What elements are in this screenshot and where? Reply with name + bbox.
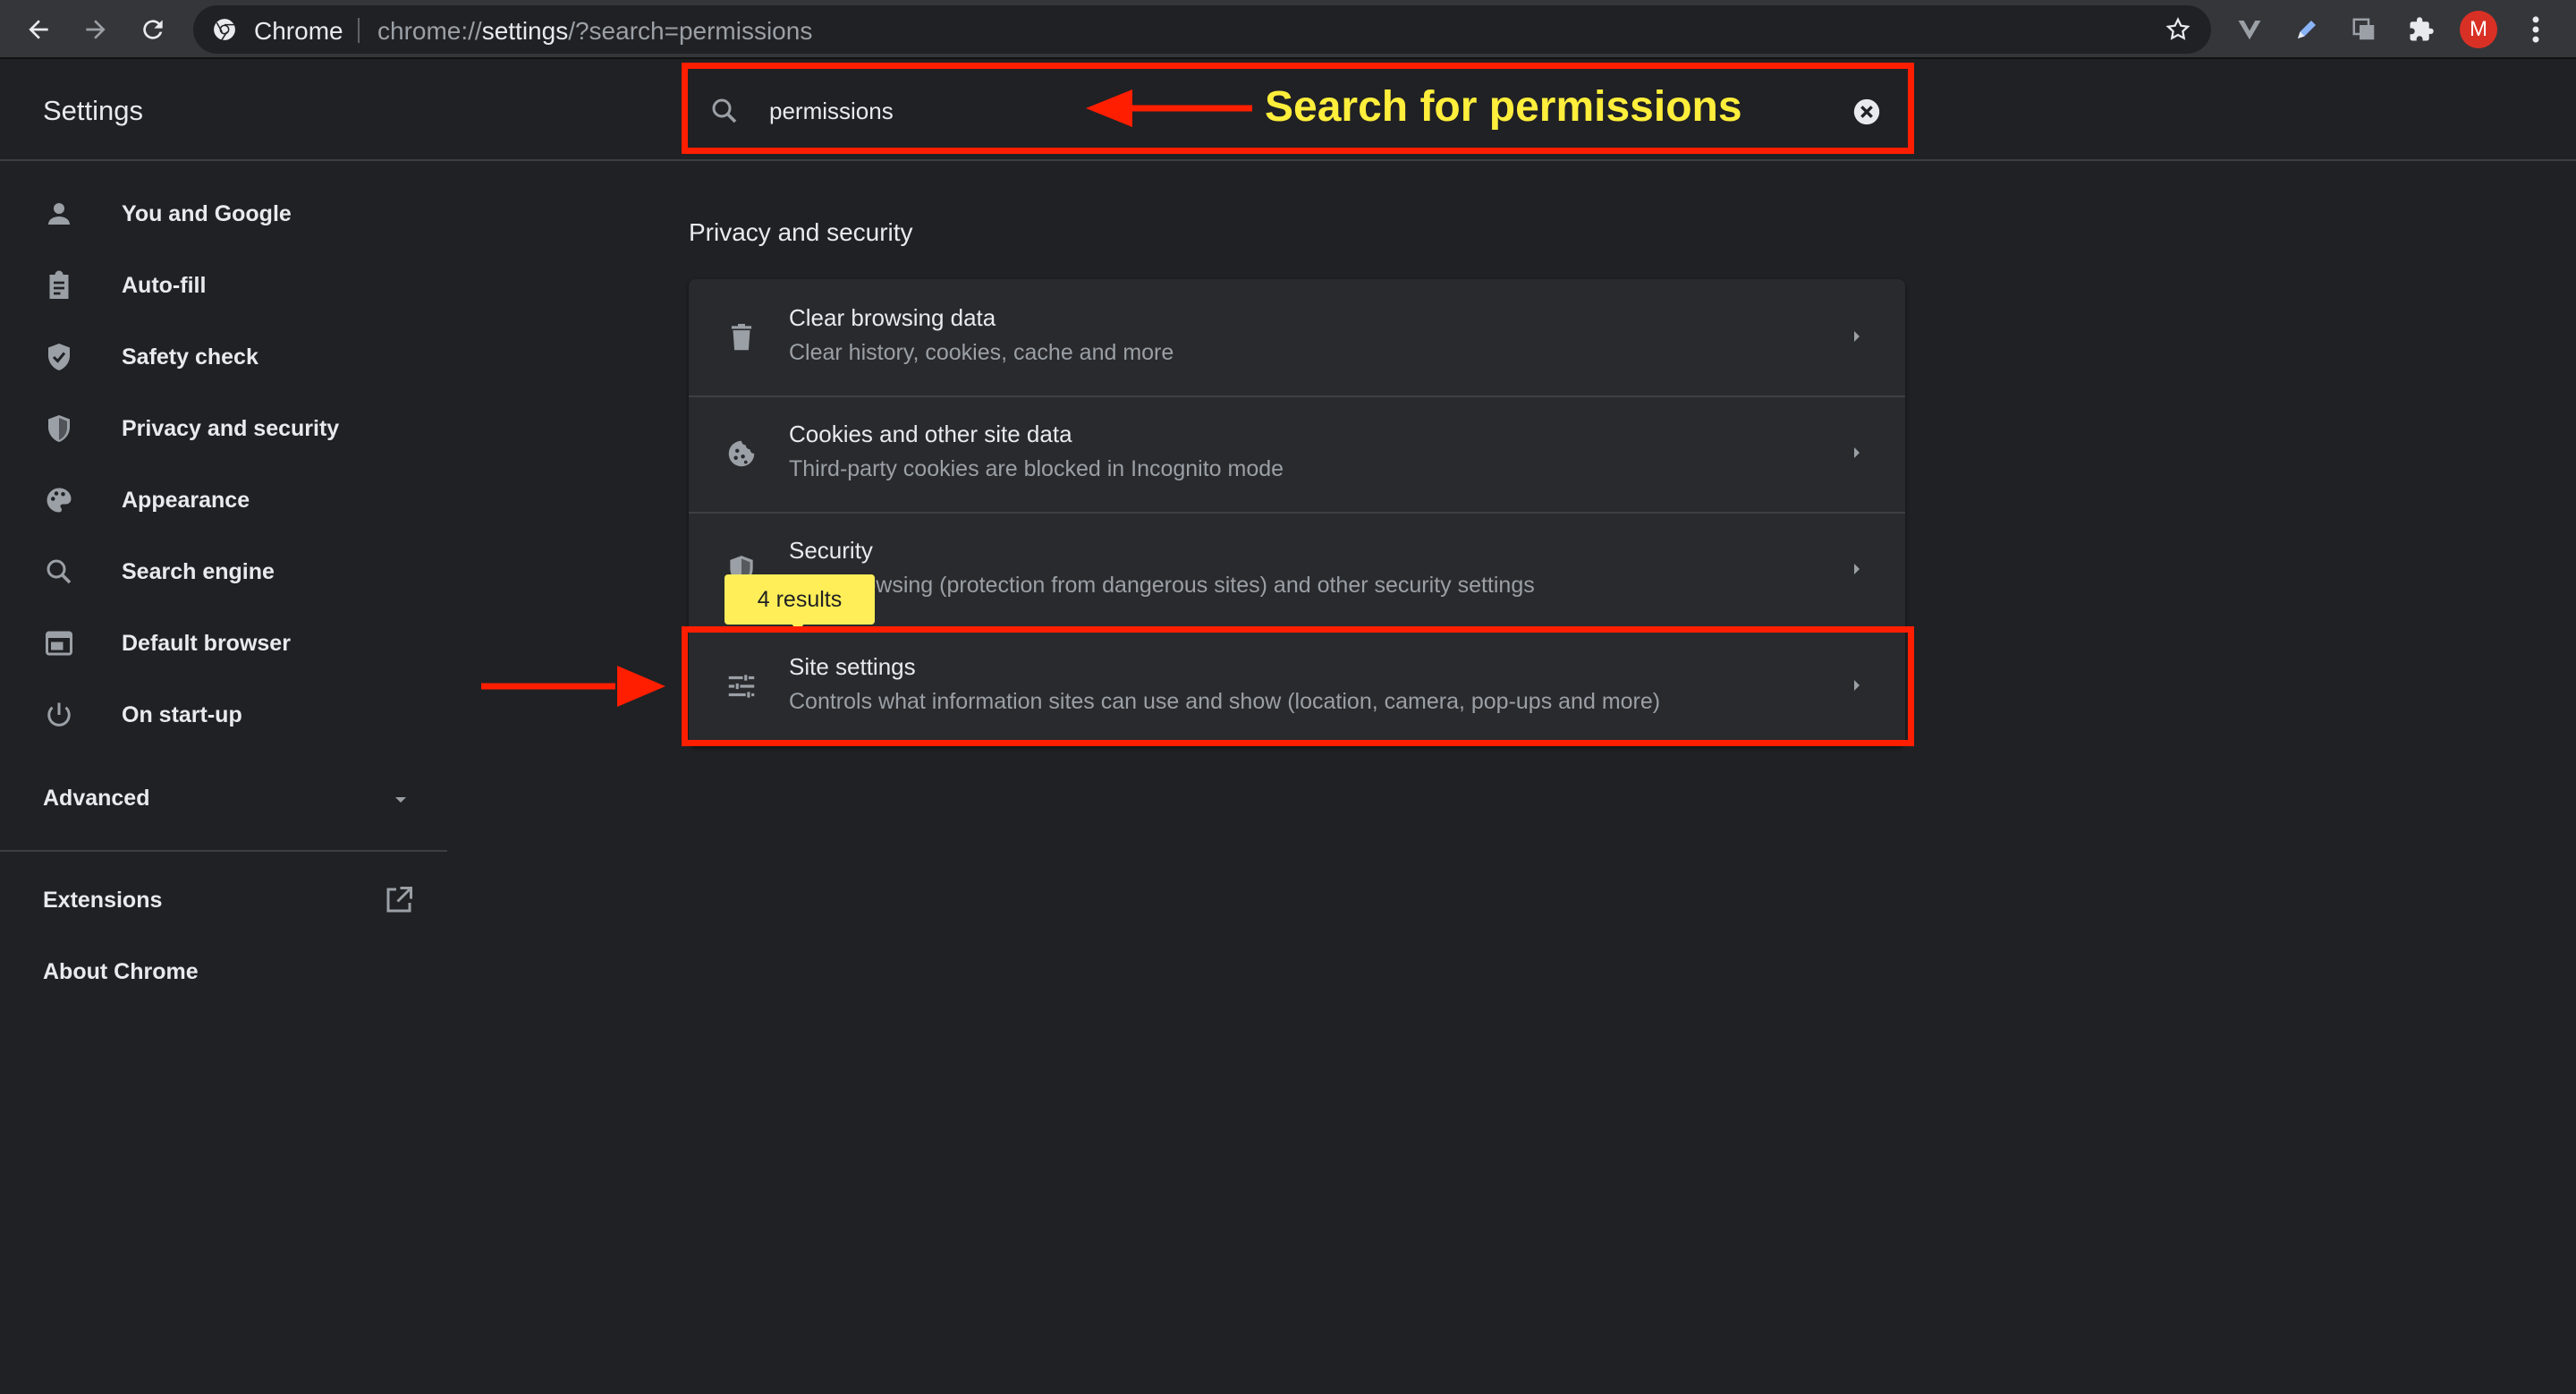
- sidebar-item-label: Auto-fill: [122, 272, 207, 298]
- row-cookies[interactable]: Cookies and other site data Third-party …: [689, 395, 1905, 512]
- sidebar-item-appearance[interactable]: Appearance: [0, 469, 447, 531]
- url-scheme: chrome://: [377, 17, 482, 45]
- row-subtitle: Clear history, cookies, cache and more: [789, 340, 1174, 365]
- kebab-menu-icon[interactable]: [2522, 13, 2549, 47]
- site-settings-highlight-box: [682, 626, 1914, 746]
- pen-extension[interactable]: [2290, 13, 2324, 47]
- tab-copy-extension[interactable]: [2347, 13, 2381, 47]
- back-arrow-icon: [29, 20, 48, 39]
- page-title: Settings: [43, 95, 144, 126]
- sidebar-extensions[interactable]: Extensions: [43, 888, 162, 914]
- reload-button[interactable]: [132, 9, 174, 50]
- row-title: Cookies and other site data: [789, 421, 1072, 447]
- clipboard-icon: [43, 269, 75, 302]
- browser-toolbar: Chrome chrome://settings/?search=permiss…: [0, 0, 2576, 59]
- sidebar-item-label: Privacy and security: [122, 415, 340, 441]
- sidebar-item-label: You and Google: [122, 200, 292, 226]
- reload-icon: [143, 20, 163, 39]
- sidebar-item-you-and-google[interactable]: You and Google: [0, 183, 447, 245]
- search-results-bubble: 4 results: [724, 574, 875, 625]
- url-path: /?search=permissions: [568, 17, 813, 45]
- sidebar-item-autofill[interactable]: Auto-fill: [0, 254, 447, 317]
- row-subtitle: Third-party cookies are blocked in Incog…: [789, 456, 1284, 481]
- palette-icon: [43, 484, 75, 516]
- url-text: chrome://settings/?search=permissions: [377, 17, 812, 46]
- sidebar-item-on-startup[interactable]: On start-up: [0, 684, 447, 746]
- chrome-logo-icon: [214, 19, 235, 41]
- site-name: Chrome: [254, 17, 343, 45]
- row-subtitle: Safe Browsing (protection from dangerous…: [789, 573, 1535, 598]
- sidebar-item-label: Default browser: [122, 630, 291, 656]
- forward-button[interactable]: [75, 9, 116, 50]
- sidebar-item-label: Safety check: [122, 344, 258, 370]
- shield-half-icon: [43, 412, 75, 445]
- row-separator: [689, 395, 1905, 397]
- browser-window-icon: [43, 627, 75, 659]
- sidebar-item-default-browser[interactable]: Default browser: [0, 612, 447, 675]
- forward-arrow-icon: [86, 20, 106, 39]
- trash-icon: [724, 320, 758, 354]
- sidebar-item-label: On start-up: [122, 701, 242, 727]
- vue-devtools-extension[interactable]: [2233, 13, 2267, 47]
- row-clear-browsing-data[interactable]: Clear browsing data Clear history, cooki…: [689, 279, 1905, 395]
- pen-icon: [2298, 21, 2316, 38]
- sidebar-divider: [0, 850, 447, 852]
- row-title: Clear browsing data: [789, 304, 996, 331]
- sidebar-item-label: Search engine: [122, 558, 275, 584]
- back-button[interactable]: [18, 9, 59, 50]
- search-callout: Search for permissions: [1265, 83, 1742, 131]
- chevron-right-icon: [1854, 564, 1860, 574]
- puzzle-icon: [2410, 17, 2434, 41]
- sidebar-advanced[interactable]: Advanced: [43, 786, 149, 812]
- url-host: settings: [481, 17, 569, 45]
- extensions-button[interactable]: [2404, 13, 2438, 47]
- row-title: Security: [789, 537, 873, 564]
- sidebar-item-search-engine[interactable]: Search engine: [0, 540, 447, 603]
- power-icon: [43, 699, 75, 731]
- chevron-right-icon: [1854, 331, 1860, 342]
- sidebar-about-chrome[interactable]: About Chrome: [43, 959, 199, 985]
- row-separator: [689, 512, 1905, 514]
- profile-avatar[interactable]: M: [2460, 11, 2497, 48]
- dropdown-arrow-icon[interactable]: [390, 789, 411, 811]
- chevron-right-icon: [1854, 447, 1860, 458]
- omnibox-divider: [358, 18, 360, 43]
- v-logo-icon: [2238, 21, 2261, 40]
- bookmark-star-icon[interactable]: [2165, 16, 2191, 43]
- cookie-icon: [724, 437, 758, 471]
- callout-arrow-left: [1086, 89, 1252, 127]
- person-icon: [43, 198, 75, 230]
- copy-windows-icon: [2352, 18, 2375, 40]
- open-in-new-icon[interactable]: [383, 884, 415, 916]
- sidebar-item-safety-check[interactable]: Safety check: [0, 326, 447, 388]
- section-title: Privacy and security: [689, 218, 913, 246]
- sidebar-item-label: Appearance: [122, 487, 250, 513]
- search-icon: [43, 556, 75, 588]
- sidebar-item-privacy[interactable]: Privacy and security: [0, 397, 447, 460]
- shield-check-icon: [43, 341, 75, 373]
- callout-arrow-right: [481, 666, 665, 707]
- address-bar[interactable]: Chrome chrome://settings/?search=permiss…: [193, 5, 2211, 54]
